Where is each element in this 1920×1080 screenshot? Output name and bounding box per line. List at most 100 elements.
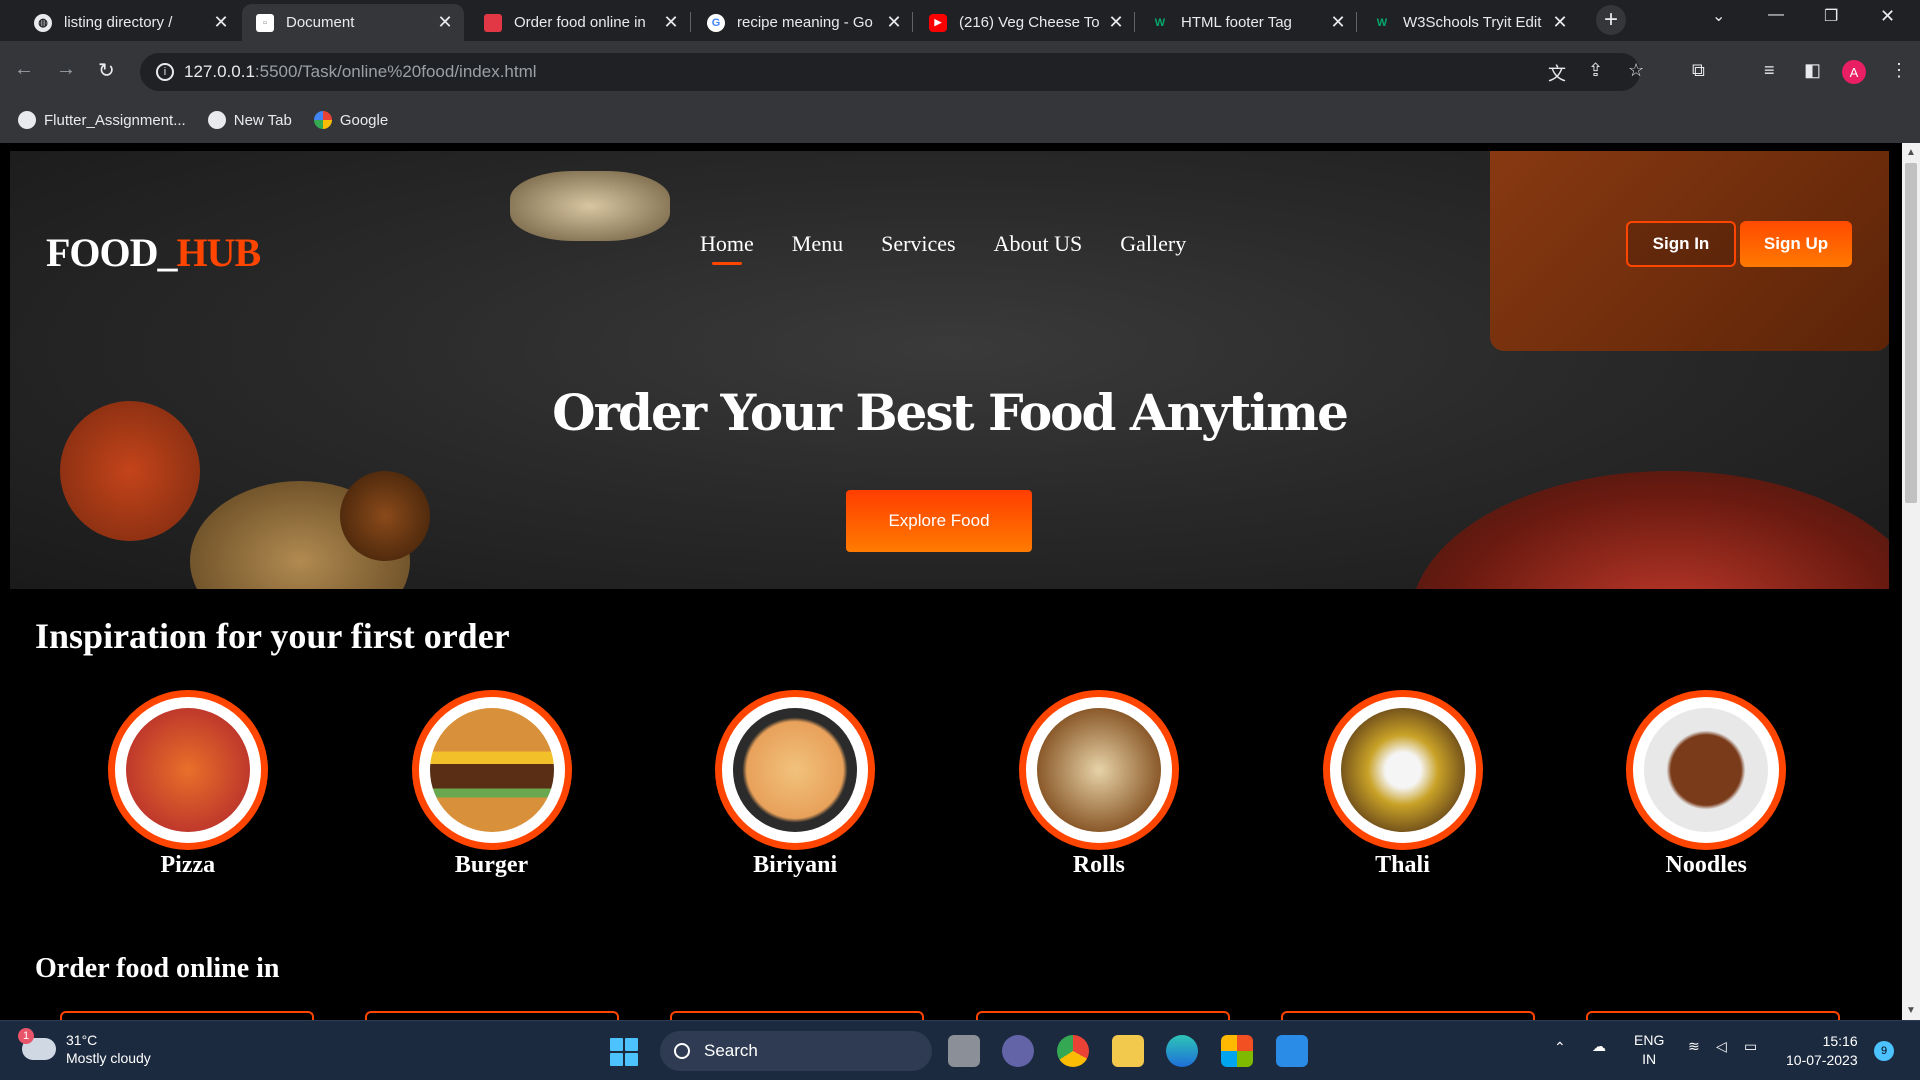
bookmark-flutter[interactable]: Flutter_Assignment... xyxy=(18,111,186,129)
logo-main-text: FOOD_ xyxy=(46,230,178,275)
onedrive-icon[interactable]: ☁ xyxy=(1592,1038,1606,1055)
globe-icon xyxy=(207,111,226,129)
city-card[interactable] xyxy=(1280,1011,1535,1020)
clock-date: 10-07-2023 xyxy=(1786,1052,1858,1068)
tab-title: listing directory / xyxy=(64,14,173,31)
city-card[interactable] xyxy=(670,1011,925,1020)
translate-icon[interactable]: 文 xyxy=(1548,60,1566,86)
weather-widget[interactable]: 1 31°C Mostly cloudy xyxy=(18,1028,151,1067)
browser-tabstrip: ◍ listing directory / ✕ ▫ Document ✕ Ord… xyxy=(0,0,1920,41)
close-icon[interactable]: ✕ xyxy=(885,12,903,33)
store-icon[interactable] xyxy=(1221,1035,1253,1067)
volume-icon[interactable]: ◁ xyxy=(1716,1038,1727,1055)
notification-badge[interactable]: 9 xyxy=(1874,1041,1894,1061)
reload-icon[interactable]: ↻ xyxy=(98,58,115,83)
food-plate-image xyxy=(1410,471,1889,589)
close-window-icon[interactable]: ✕ xyxy=(1880,6,1895,27)
close-icon[interactable]: ✕ xyxy=(662,12,680,33)
tab-youtube[interactable]: ▶ (216) Veg Cheese To ✕ xyxy=(915,4,1135,41)
restore-icon[interactable]: ❐ xyxy=(1824,6,1838,26)
media-icon[interactable]: ≡ xyxy=(1764,60,1775,81)
site-logo[interactable]: FOOD_HUB xyxy=(46,229,261,276)
search-icon xyxy=(674,1043,690,1059)
windows-start-icon[interactable] xyxy=(610,1038,638,1066)
nav-about-us[interactable]: About US xyxy=(994,231,1083,265)
close-icon[interactable]: ✕ xyxy=(436,12,454,33)
address-bar[interactable]: i 127.0.0.1:5500/Task/online%20food/inde… xyxy=(140,53,1640,91)
menu-dots-icon[interactable]: ⋮ xyxy=(1890,60,1908,81)
w3schools-icon: W xyxy=(1154,16,1166,29)
nav-services[interactable]: Services xyxy=(881,231,956,265)
forward-icon[interactable]: → xyxy=(56,58,76,81)
edge-icon[interactable] xyxy=(1166,1035,1198,1067)
bookmarks-bar: Flutter_Assignment... New Tab Google xyxy=(0,104,392,136)
scroll-up-icon[interactable]: ▲ xyxy=(1906,147,1916,158)
tab-title: Document xyxy=(286,14,355,31)
category-label: Pizza xyxy=(160,852,216,878)
tab-order-food[interactable]: Order food online in ✕ xyxy=(470,4,690,41)
tab-listing-directory[interactable]: ◍ listing directory / ✕ xyxy=(20,4,240,41)
tab-w3schools-tryit[interactable]: W W3Schools Tryit Edit ✕ xyxy=(1359,4,1579,41)
close-icon[interactable]: ✕ xyxy=(1107,12,1125,33)
vscode-icon[interactable] xyxy=(1276,1035,1308,1067)
extensions-icon[interactable]: ⧉ xyxy=(1692,60,1705,81)
taskbar-search[interactable]: Search xyxy=(660,1031,932,1071)
tab-document[interactable]: ▫ Document ✕ xyxy=(242,4,464,41)
city-card[interactable] xyxy=(975,1011,1230,1020)
nav-gallery[interactable]: Gallery xyxy=(1120,231,1186,265)
profile-initial: A xyxy=(1849,64,1859,80)
side-panel-icon[interactable]: ◧ xyxy=(1804,60,1821,81)
page-scrollbar[interactable]: ▲ ▼ xyxy=(1902,143,1920,1020)
tab-search-icon[interactable]: ⌄ xyxy=(1712,6,1725,26)
burger-image xyxy=(429,708,554,832)
category-burger[interactable]: Burger xyxy=(340,690,644,879)
category-image-frame xyxy=(1018,690,1179,850)
bookmark-new-tab[interactable]: New Tab xyxy=(207,111,292,129)
close-icon[interactable]: ✕ xyxy=(212,12,230,33)
tab-recipe-meaning[interactable]: G recipe meaning - Go ✕ xyxy=(693,4,913,41)
category-noodles[interactable]: Noodles xyxy=(1554,690,1858,879)
close-icon[interactable]: ✕ xyxy=(1329,12,1347,33)
nav-home[interactable]: Home xyxy=(700,231,754,265)
wifi-icon[interactable]: ≋ xyxy=(1688,1038,1700,1055)
share-icon[interactable]: ⇪ xyxy=(1588,60,1603,81)
minimize-icon[interactable]: — xyxy=(1768,6,1784,24)
bookmark-star-icon[interactable]: ☆ xyxy=(1628,60,1644,81)
sign-up-button[interactable]: Sign Up xyxy=(1740,221,1852,267)
zomato-icon xyxy=(484,13,502,32)
lang-bottom: IN xyxy=(1642,1051,1657,1067)
sign-in-button[interactable]: Sign In xyxy=(1626,221,1736,267)
profile-avatar[interactable]: A xyxy=(1842,60,1866,84)
category-rolls[interactable]: Rolls xyxy=(947,690,1251,879)
new-tab-button[interactable]: + xyxy=(1596,5,1626,35)
category-image-frame xyxy=(1322,690,1483,850)
scroll-down-icon[interactable]: ▼ xyxy=(1906,1005,1916,1016)
rolls-image xyxy=(1036,708,1161,832)
explore-food-button[interactable]: Explore Food xyxy=(846,490,1032,552)
category-image-frame xyxy=(107,690,268,850)
site-info-icon[interactable]: i xyxy=(156,63,174,81)
task-view-icon[interactable] xyxy=(948,1035,980,1067)
category-pizza[interactable]: Pizza xyxy=(36,690,340,879)
language-indicator[interactable]: ENG IN xyxy=(1634,1031,1664,1069)
url-path: :5500/Task/online%20food/index.html xyxy=(254,62,537,81)
city-card[interactable] xyxy=(1585,1011,1840,1020)
file-explorer-icon[interactable] xyxy=(1112,1035,1144,1067)
biriyani-image xyxy=(733,708,858,832)
city-card[interactable] xyxy=(60,1011,314,1020)
teams-icon[interactable] xyxy=(1002,1035,1034,1067)
bookmark-google[interactable]: Google xyxy=(313,111,388,129)
scrollbar-thumb[interactable] xyxy=(1905,163,1917,503)
category-biriyani[interactable]: Biriyani xyxy=(643,690,947,879)
clock[interactable]: 15:16 10-07-2023 xyxy=(1786,1032,1858,1070)
battery-icon[interactable]: ▭ xyxy=(1744,1038,1757,1055)
close-icon[interactable]: ✕ xyxy=(1551,12,1569,33)
chrome-icon[interactable] xyxy=(1057,1035,1089,1067)
show-hidden-icons[interactable]: ⌃ xyxy=(1554,1039,1566,1056)
category-thali[interactable]: Thali xyxy=(1251,690,1555,879)
back-icon[interactable]: ← xyxy=(14,58,34,81)
city-card[interactable] xyxy=(365,1011,620,1020)
nav-menu[interactable]: Menu xyxy=(792,231,843,265)
cloud-icon: 1 xyxy=(18,1028,56,1060)
tab-html-footer[interactable]: W HTML footer Tag ✕ xyxy=(1137,4,1357,41)
